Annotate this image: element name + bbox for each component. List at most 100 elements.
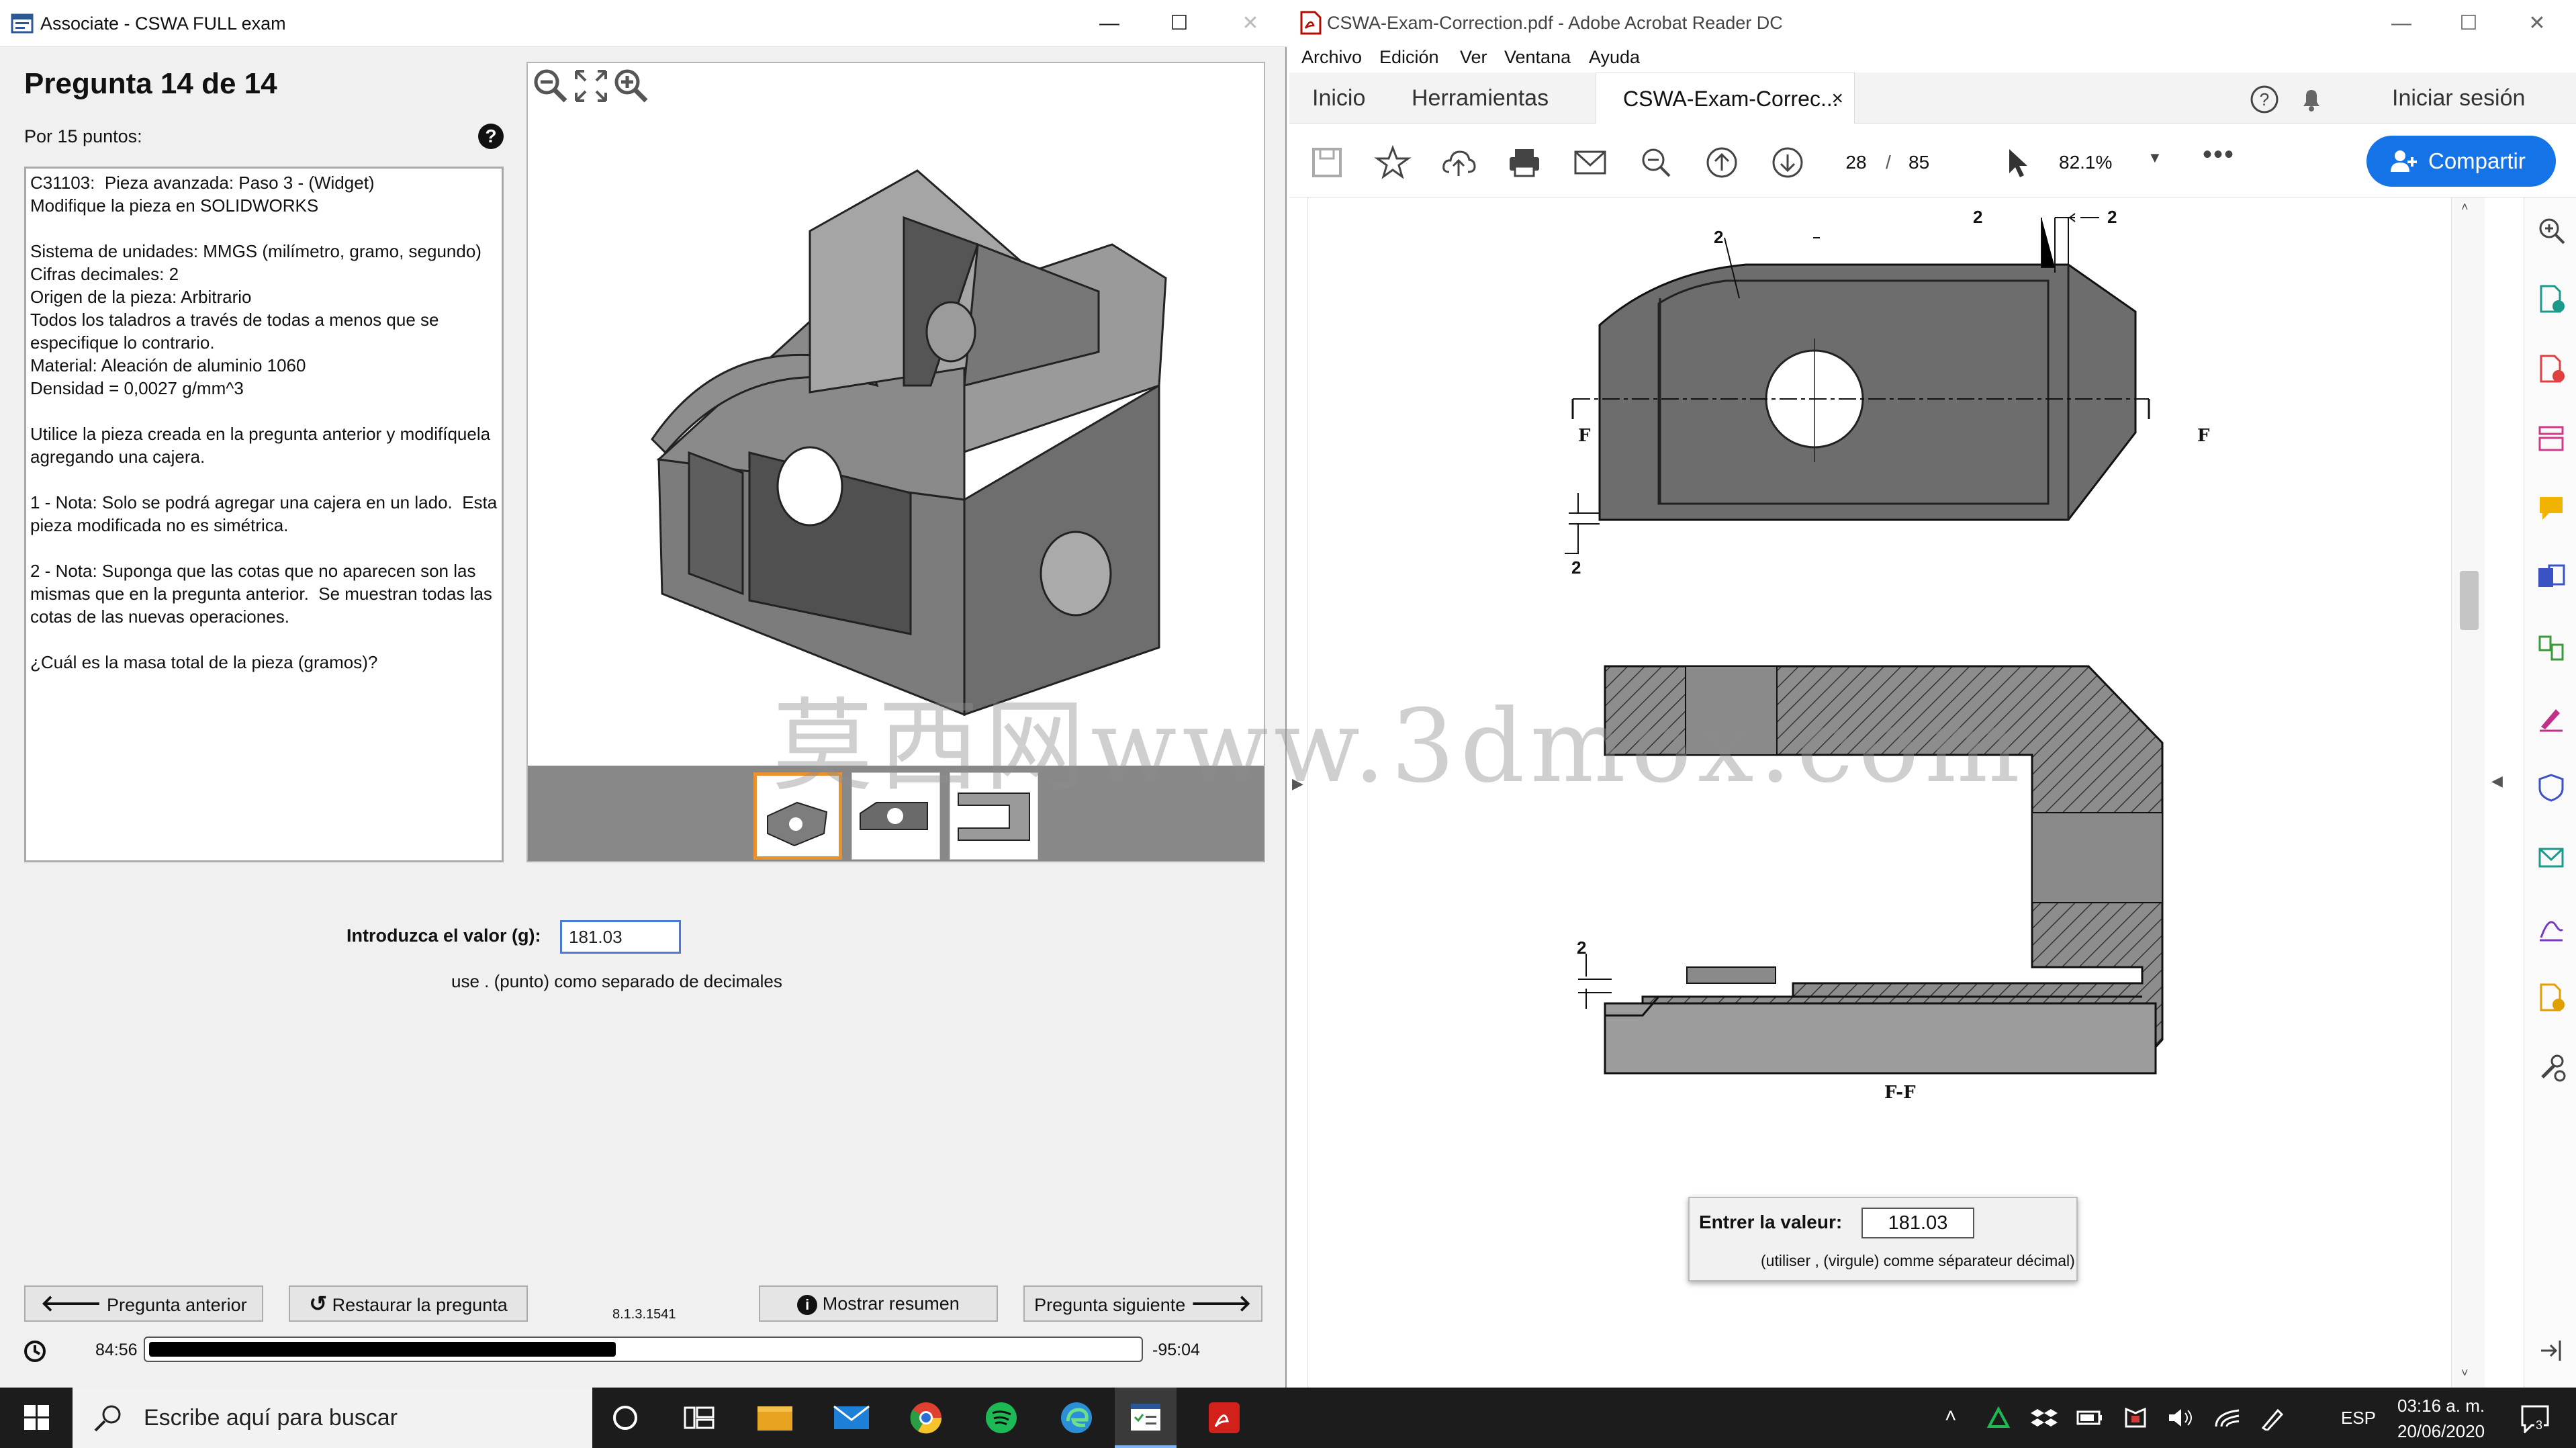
scroll-thumb[interactable] [2460,571,2479,630]
save-icon[interactable] [1308,144,1346,181]
question-line: agregando una cajera. [30,447,205,467]
email-icon[interactable] [1571,144,1609,181]
tools-icon[interactable] [2536,1052,2567,1083]
spotify-icon[interactable] [984,1401,1018,1435]
tab-inicio[interactable]: Inicio [1312,73,1365,124]
next-question-button[interactable]: Pregunta siguiente 🡒 [1023,1285,1262,1322]
question-line [30,217,498,240]
acrobat-minimize-button[interactable]: — [2375,0,2428,47]
create-pdf-icon[interactable] [2536,353,2567,384]
tab-close-icon[interactable]: × [1831,73,1843,124]
taskbar-search[interactable]: Escribe aquí para buscar [73,1388,592,1448]
organize-pages-icon[interactable] [2536,633,2567,664]
exam-window-title: Associate - CSWA FULL exam [40,13,286,34]
acrobat-tabbar: Inicio Herramientas CSWA-Exam-Correc... … [1289,73,2576,125]
comment-icon[interactable] [2536,493,2567,524]
acrobat-close-button[interactable]: ✕ [2510,0,2564,47]
close-button[interactable]: ✕ [1224,0,1277,47]
clock-time[interactable]: 03:16 a. m. [2397,1396,2485,1416]
windows-start-icon[interactable] [24,1405,50,1431]
scroll-up-icon[interactable]: ˄ [2461,200,2469,214]
question-line: C31103: Pieza avanzada: Paso 3 - (Widget… [30,173,375,193]
cloud-upload-icon[interactable] [1440,144,1477,181]
star-icon[interactable] [1374,144,1412,181]
tab-document[interactable]: CSWA-Exam-Correc... × [1596,73,1855,125]
value-dialog: Entrer la valeur: 181.03 (utiliser , (vi… [1688,1197,2078,1281]
zoom-in-icon[interactable] [612,67,650,105]
combine-files-icon[interactable] [2536,563,2567,594]
file-explorer-icon[interactable] [756,1402,794,1433]
question-text-box[interactable]: C31103: Pieza avanzada: Paso 3 - (Widget… [24,167,504,862]
exam-app-taskbar-button[interactable] [1115,1388,1177,1448]
fit-view-icon[interactable] [572,67,610,105]
page-up-icon[interactable] [1703,144,1741,181]
question-line: cotas de las nuevas operaciones. [30,606,289,627]
value-label: Introduzca el valor (g): [347,925,541,946]
show-summary-button[interactable]: i Mostrar resumen [759,1285,998,1322]
question-line: Material: Aleación de aluminio 1060 [30,355,306,375]
language-indicator[interactable]: ESP [2341,1408,2376,1429]
collapse-panel-icon[interactable] [2536,1335,2567,1366]
zoom-dropdown-icon[interactable]: ▼ [2148,149,2162,167]
zoom-level[interactable]: 82.1% [2059,148,2112,177]
battery-icon[interactable] [2076,1408,2103,1428]
previous-question-button[interactable]: 🡐 Pregunta anterior [24,1285,263,1322]
acrobat-maximize-button[interactable]: ☐ [2442,0,2495,47]
question-line [30,628,498,651]
help-icon[interactable]: ? [478,124,504,149]
tray-chevron-icon[interactable]: ˄ [1945,1405,1957,1428]
question-line: 1 - Nota: Solo se podrá agregar una caje… [30,492,498,512]
protect-icon[interactable] [2536,772,2567,803]
mail-icon[interactable] [833,1402,870,1433]
help-icon-acrobat[interactable]: ? [2250,85,2279,114]
edit-pdf-icon[interactable] [2536,423,2567,454]
page-number-input[interactable]: 28 [1835,148,1878,177]
scroll-down-icon[interactable]: ˅ [2461,1366,2469,1380]
cortana-icon[interactable] [611,1404,639,1432]
sign-in-link[interactable]: Iniciar sesión [2392,73,2525,124]
menu-ventana[interactable]: Ventana [1504,47,1571,68]
maximize-button[interactable]: ☐ [1152,0,1206,47]
select-cursor-icon[interactable] [1998,144,2036,181]
menu-archivo[interactable]: Archivo [1301,47,1362,68]
stamp-icon[interactable] [2536,982,2567,1013]
volume-icon[interactable] [2168,1406,2196,1429]
send-review-icon[interactable] [2536,842,2567,873]
tab-herramientas[interactable]: Herramientas [1412,73,1549,124]
wifi-icon[interactable] [2213,1406,2242,1429]
menu-ayuda[interactable]: Ayuda [1589,47,1640,68]
export-pdf-icon[interactable] [2536,283,2567,314]
zoom-out-icon-acrobat[interactable] [1637,144,1675,181]
dropbox-icon[interactable] [2031,1406,2058,1429]
print-icon[interactable] [1506,144,1543,181]
acrobat-taskbar-icon[interactable] [1207,1401,1241,1435]
collapse-rail-icon[interactable]: ◀ [2491,772,2503,790]
menu-edicion[interactable]: Edición [1379,47,1439,68]
tray-app-icon[interactable] [1986,1406,2011,1429]
more-icon[interactable]: ••• [2203,140,2235,170]
restore-question-button[interactable]: ↺ Restaurar la pregunta [289,1285,528,1322]
question-line: ¿Cuál es la masa total de la pieza (gram… [30,652,378,672]
fill-sign-icon[interactable] [2536,703,2567,733]
zoom-out-icon[interactable] [532,67,569,105]
menu-ver[interactable]: Ver [1460,47,1487,68]
zoom-search-icon[interactable] [2536,215,2567,246]
shield-tray-icon[interactable] [2122,1406,2149,1429]
edge-icon[interactable] [1060,1401,1093,1435]
share-button[interactable]: Compartir [2366,136,2556,187]
answer-input[interactable]: 181.03 [560,920,681,954]
pen-icon[interactable] [2259,1405,2286,1431]
question-line: mismas que en la pregunta anterior. Se m… [30,584,492,604]
request-signature-icon[interactable] [2536,912,2567,943]
chrome-icon[interactable] [909,1401,943,1435]
bell-icon[interactable] [2297,85,2326,114]
vertical-scrollbar[interactable]: ˄ ˅ [2451,197,2485,1388]
page-down-icon[interactable] [1769,144,1806,181]
notification-count: 3 [2534,1418,2544,1433]
page-separator: / [1886,152,1891,173]
task-view-icon[interactable] [684,1404,715,1432]
clock-date[interactable]: 20/06/2020 [2397,1421,2485,1442]
minimize-button[interactable]: — [1083,0,1136,47]
time-progress-fill [149,1342,616,1357]
search-icon [94,1405,121,1432]
